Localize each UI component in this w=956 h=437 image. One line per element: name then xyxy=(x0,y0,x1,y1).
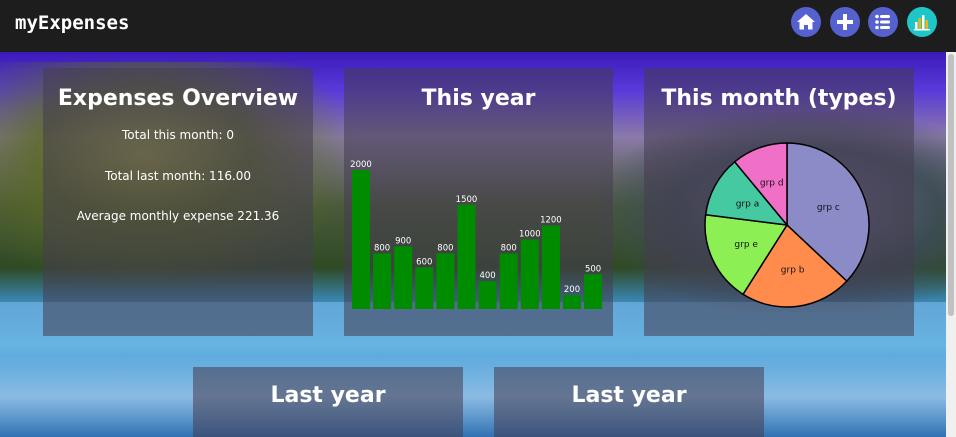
average-monthly-expense: Average monthly expense 221.36 xyxy=(76,209,280,223)
pie-slice-label: grp c xyxy=(817,203,840,213)
bar-label: 400 xyxy=(479,271,495,281)
bar xyxy=(541,225,560,309)
last-year-title-2: Last year xyxy=(571,383,687,408)
last-year-card-1: Last year xyxy=(193,367,463,437)
add-button[interactable] xyxy=(830,7,860,37)
list-icon xyxy=(868,7,898,37)
bar xyxy=(373,253,392,309)
top-navbar: myExpenses xyxy=(0,0,956,52)
overview-card: Expenses Overview Total this month: 0 To… xyxy=(43,68,313,336)
bar-label: 800 xyxy=(437,243,453,253)
home-button[interactable] xyxy=(791,7,821,37)
bar-label: 2000 xyxy=(350,160,372,170)
bar xyxy=(478,281,497,309)
stats-button[interactable] xyxy=(907,7,937,37)
this-month-pie-chart: grp c grp b grp e grp agrp d xyxy=(704,142,870,308)
last-year-title-1: Last year xyxy=(270,383,386,408)
bar-label: 900 xyxy=(395,236,411,246)
bar xyxy=(520,239,539,309)
this-year-card: This year 2000 800 900 600 800 1500 400 800 1000… xyxy=(344,68,613,336)
pie-slice-label: grp a xyxy=(736,199,760,209)
bar xyxy=(457,204,476,309)
app-title[interactable]: myExpenses xyxy=(15,12,129,34)
last-year-card-2: Last year xyxy=(494,367,764,437)
bar-label: 800 xyxy=(374,243,390,253)
bar-label: 1500 xyxy=(456,195,478,205)
bar xyxy=(584,274,603,309)
list-button[interactable] xyxy=(868,7,898,37)
bar xyxy=(563,295,581,309)
bar-label: 600 xyxy=(416,257,432,267)
plus-icon xyxy=(830,7,860,37)
total-this-month: Total this month: 0 xyxy=(122,128,234,142)
bar xyxy=(499,253,518,309)
bar xyxy=(352,170,370,309)
bar xyxy=(436,253,455,309)
bar xyxy=(415,267,434,309)
bar-label: 1000 xyxy=(519,230,541,240)
total-last-month: Total last month: 116.00 xyxy=(104,169,252,183)
pie-slice-label: grp b xyxy=(781,266,805,276)
scrollbar-thumb[interactable] xyxy=(948,54,954,316)
bar-chart-icon xyxy=(907,7,937,37)
this-month-card: This month (types) grp c grp b grp e grp ag… xyxy=(644,68,914,336)
this-year-bar-chart: 2000800900600800150040080010001200200500 xyxy=(350,160,603,309)
pie-slice-label: grp d xyxy=(760,179,784,189)
bar-label: 1200 xyxy=(540,216,562,226)
overview-title: Expenses Overview xyxy=(57,86,299,111)
pie-slice-label: grp e xyxy=(734,240,758,250)
bar xyxy=(394,246,413,309)
bar-label: 200 xyxy=(564,285,580,295)
bar-label: 800 xyxy=(501,243,517,253)
home-icon xyxy=(791,7,821,37)
bar-label: 500 xyxy=(585,264,601,274)
